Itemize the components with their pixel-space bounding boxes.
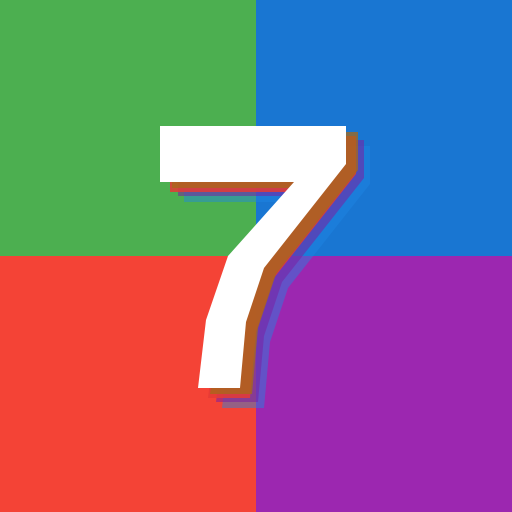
app-icon bbox=[0, 0, 512, 512]
seven-glyph bbox=[160, 126, 370, 408]
